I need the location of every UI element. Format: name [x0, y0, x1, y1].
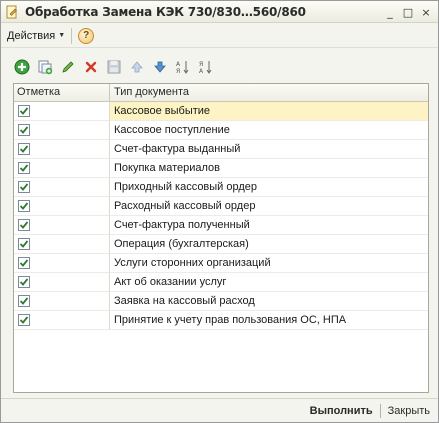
mark-checkbox[interactable]	[18, 162, 30, 174]
checkmark-icon	[19, 145, 29, 153]
copy-icon[interactable]	[36, 58, 54, 76]
mark-cell	[14, 292, 110, 311]
sort-asc-icon[interactable]: АЯ	[174, 58, 192, 76]
window-title: Обработка Замена КЭК 730/830…560/860	[25, 4, 306, 19]
close-icon[interactable]: ×	[418, 4, 434, 20]
doc-type-cell: Операция (бухгалтерская)	[110, 235, 428, 254]
add-icon[interactable]	[13, 58, 31, 76]
menu-separator	[71, 27, 73, 44]
mark-cell	[14, 102, 110, 121]
maximize-icon[interactable]: □	[400, 4, 416, 20]
table-row[interactable]: Покупка материалов	[14, 159, 428, 178]
doc-type-cell: Заявка на кассовый расход	[110, 292, 428, 311]
doc-type-cell: Покупка материалов	[110, 159, 428, 178]
column-header-mark[interactable]: Отметка	[14, 84, 110, 101]
mark-cell	[14, 235, 110, 254]
mark-checkbox[interactable]	[18, 105, 30, 117]
checkmark-icon	[19, 297, 29, 305]
checkmark-icon	[19, 240, 29, 248]
processing-icon	[4, 4, 20, 20]
minimize-icon[interactable]: _	[382, 4, 398, 20]
processing-window: Обработка Замена КЭК 730/830…560/860 _ □…	[0, 0, 439, 423]
mark-cell	[14, 311, 110, 330]
edit-icon[interactable]	[59, 58, 77, 76]
table-row[interactable]: Заявка на кассовый расход	[14, 292, 428, 311]
save-icon[interactable]	[105, 58, 123, 76]
mark-cell	[14, 273, 110, 292]
doc-type-cell: Кассовое поступление	[110, 121, 428, 140]
mark-cell	[14, 254, 110, 273]
close-button[interactable]: Закрыть	[388, 405, 430, 417]
svg-text:А: А	[199, 68, 204, 75]
toolbar: АЯ ЯА	[13, 57, 215, 77]
table-header: Отметка Тип документа	[14, 84, 428, 102]
table-row[interactable]: Приходный кассовый ордер	[14, 178, 428, 197]
svg-text:Я: Я	[199, 61, 203, 68]
mark-checkbox[interactable]	[18, 238, 30, 250]
mark-checkbox[interactable]	[18, 257, 30, 269]
footer-separator	[379, 403, 381, 418]
mark-cell	[14, 140, 110, 159]
table-row[interactable]: Счет-фактура полученный	[14, 216, 428, 235]
doc-type-cell: Акт об оказании услуг	[110, 273, 428, 292]
table-row[interactable]: Акт об оказании услуг	[14, 273, 428, 292]
move-down-icon[interactable]	[151, 58, 169, 76]
doc-type-cell: Приходный кассовый ордер	[110, 178, 428, 197]
table-row[interactable]: Услуги сторонних организаций	[14, 254, 428, 273]
mark-checkbox[interactable]	[18, 124, 30, 136]
svg-text:Я: Я	[176, 68, 180, 75]
checkmark-icon	[19, 202, 29, 210]
doc-type-cell: Счет-фактура полученный	[110, 216, 428, 235]
mark-cell	[14, 216, 110, 235]
doc-type-cell: Услуги сторонних организаций	[110, 254, 428, 273]
footer-bar: Выполнить Закрыть	[1, 398, 438, 422]
checkmark-icon	[19, 259, 29, 267]
mark-checkbox[interactable]	[18, 276, 30, 288]
mark-checkbox[interactable]	[18, 295, 30, 307]
actions-menu[interactable]: Действия ▼	[7, 30, 65, 42]
checkmark-icon	[19, 278, 29, 286]
title-bar: Обработка Замена КЭК 730/830…560/860 _ □…	[1, 1, 438, 23]
actions-menu-label: Действия	[7, 29, 56, 42]
window-controls: _ □ ×	[382, 4, 434, 20]
mark-cell	[14, 159, 110, 178]
doc-type-cell: Счет-фактура выданный	[110, 140, 428, 159]
table-row[interactable]: Принятие к учету прав пользования ОС, НП…	[14, 311, 428, 330]
menu-bar: Действия ▼ ?	[1, 24, 438, 48]
table-row[interactable]: Счет-фактура выданный	[14, 140, 428, 159]
svg-text:А: А	[176, 61, 181, 68]
mark-cell	[14, 197, 110, 216]
mark-checkbox[interactable]	[18, 143, 30, 155]
mark-checkbox[interactable]	[18, 314, 30, 326]
checkmark-icon	[19, 221, 29, 229]
mark-checkbox[interactable]	[18, 200, 30, 212]
checkmark-icon	[19, 107, 29, 115]
documents-table: Отметка Тип документа Кассовое выбытие Ка…	[13, 83, 429, 393]
help-button[interactable]: ?	[78, 27, 95, 44]
checkmark-icon	[19, 126, 29, 134]
column-header-doc-type[interactable]: Тип документа	[110, 84, 428, 101]
doc-type-cell: Кассовое выбытие	[110, 102, 428, 121]
checkmark-icon	[19, 183, 29, 191]
chevron-down-icon: ▼	[58, 32, 66, 39]
doc-type-cell: Принятие к учету прав пользования ОС, НП…	[110, 311, 428, 330]
mark-checkbox[interactable]	[18, 181, 30, 193]
checkmark-icon	[19, 164, 29, 172]
table-row[interactable]: Кассовое поступление	[14, 121, 428, 140]
table-row[interactable]: Операция (бухгалтерская)	[14, 235, 428, 254]
sort-desc-icon[interactable]: ЯА	[197, 58, 215, 76]
doc-type-cell: Расходный кассовый ордер	[110, 197, 428, 216]
checkmark-icon	[19, 316, 29, 324]
run-button[interactable]: Выполнить	[310, 405, 373, 417]
mark-cell	[14, 178, 110, 197]
mark-checkbox[interactable]	[18, 219, 30, 231]
table-row[interactable]: Расходный кассовый ордер	[14, 197, 428, 216]
table-row[interactable]: Кассовое выбытие	[14, 102, 428, 121]
mark-cell	[14, 121, 110, 140]
delete-icon[interactable]	[82, 58, 100, 76]
move-up-icon[interactable]	[128, 58, 146, 76]
table-body: Кассовое выбытие Кассовое поступление Счет…	[14, 102, 428, 330]
